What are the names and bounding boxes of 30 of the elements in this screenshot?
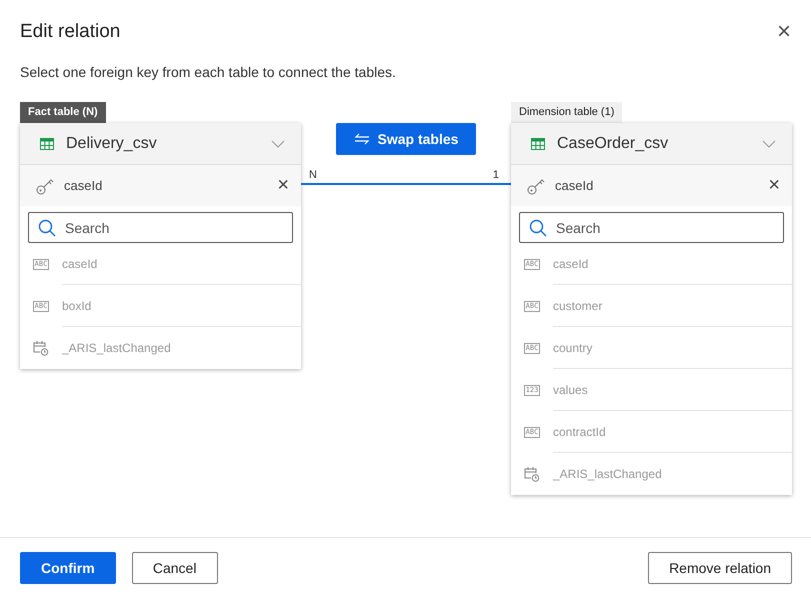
calendar-clock-icon	[524, 466, 540, 482]
table-role-tag: Dimension table (1)	[511, 102, 622, 123]
table-icon	[531, 138, 545, 150]
chevron-down-icon[interactable]	[762, 140, 776, 148]
search-field[interactable]: Search	[519, 212, 784, 243]
swap-tables-button[interactable]: Swap tables	[336, 123, 476, 155]
dialog-description: Select one foreign key from each table to connect the tables.	[20, 64, 397, 80]
table-role-tag: Fact table (N)	[20, 102, 106, 123]
remove-relation-button[interactable]: Remove relation	[648, 552, 792, 584]
swap-icon	[354, 133, 370, 145]
confirm-button[interactable]: Confirm	[20, 552, 116, 584]
key-icon	[527, 176, 545, 194]
table-icon	[40, 138, 54, 150]
key-name: caseId	[64, 178, 104, 193]
table-select[interactable]: CaseOrder_csv	[511, 123, 792, 165]
cardinality-label: N	[309, 169, 317, 181]
close-button[interactable]: ×	[774, 22, 793, 42]
search-icon	[529, 219, 547, 237]
field-item[interactable]: _ARIS_lastChanged	[511, 453, 792, 495]
key-icon	[36, 176, 54, 194]
search-field[interactable]: Search	[28, 212, 293, 243]
calendar-clock-icon	[33, 340, 49, 356]
field-item[interactable]: _ARIS_lastChanged	[20, 327, 301, 369]
chevron-down-icon[interactable]	[271, 140, 285, 148]
dialog-title: Edit relation	[20, 21, 120, 43]
key-name: caseId	[555, 178, 594, 193]
search-icon	[38, 219, 56, 237]
cardinality-label: 1	[492, 169, 499, 181]
table-select[interactable]: Delivery_csv	[20, 123, 301, 165]
cancel-button[interactable]: Cancel	[132, 552, 218, 584]
